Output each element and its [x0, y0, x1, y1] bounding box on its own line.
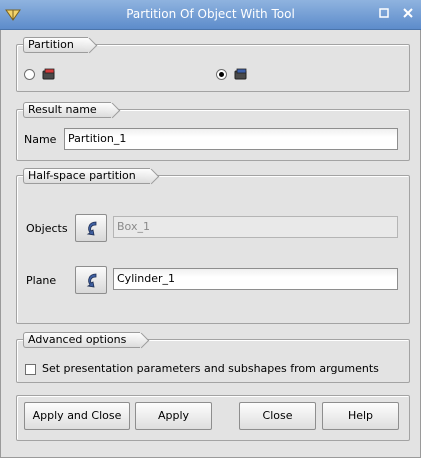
presentation-params-checkbox[interactable]: [25, 364, 36, 375]
advanced-options-group: Advanced options Set presentation parame…: [16, 332, 410, 383]
objects-select-button[interactable]: [75, 214, 107, 242]
name-field[interactable]: Partition_1: [64, 128, 398, 150]
close-icon: [403, 8, 413, 18]
dialog-body: Partition Result name Name Partition_1 H…: [0, 30, 421, 458]
apply-button[interactable]: Apply: [135, 402, 212, 430]
apply-and-close-button[interactable]: Apply and Close: [24, 402, 130, 430]
select-arrow-icon: [86, 273, 97, 288]
partition-group-label: Partition: [23, 37, 88, 53]
half-space-group-label: Half-space partition: [23, 168, 150, 184]
half-space-partition-icon: [234, 68, 247, 80]
result-name-group: Result name Name Partition_1: [16, 102, 410, 161]
objects-label: Objects: [26, 222, 68, 235]
partition-group: Partition: [16, 37, 410, 92]
name-label: Name: [24, 133, 57, 146]
close-window-button[interactable]: [402, 8, 414, 21]
button-bar: Apply and Close Apply Close Help: [16, 395, 410, 441]
partition-shape-icon: [42, 68, 55, 80]
objects-field[interactable]: Box_1: [113, 216, 398, 238]
presentation-params-label: Set presentation parameters and subshape…: [42, 362, 379, 375]
maximize-icon: [379, 8, 389, 18]
result-name-group-label: Result name: [23, 102, 111, 118]
help-button[interactable]: Help: [322, 402, 399, 430]
maximize-button[interactable]: [378, 8, 390, 21]
plane-field[interactable]: Cylinder_1: [113, 268, 398, 290]
partition-mode-radio-1[interactable]: [24, 69, 35, 80]
partition-mode-radio-2[interactable]: [216, 69, 227, 80]
select-arrow-icon: [86, 221, 97, 236]
half-space-partition-group: Half-space partition Objects Box_1 Plane…: [16, 168, 410, 324]
window-title: Partition Of Object With Tool: [126, 7, 295, 21]
plane-select-button[interactable]: [75, 266, 107, 294]
title-bar[interactable]: Partition Of Object With Tool: [0, 0, 421, 30]
advanced-options-group-label: Advanced options: [23, 332, 141, 348]
close-button[interactable]: Close: [239, 402, 316, 430]
plane-label: Plane: [26, 274, 57, 287]
